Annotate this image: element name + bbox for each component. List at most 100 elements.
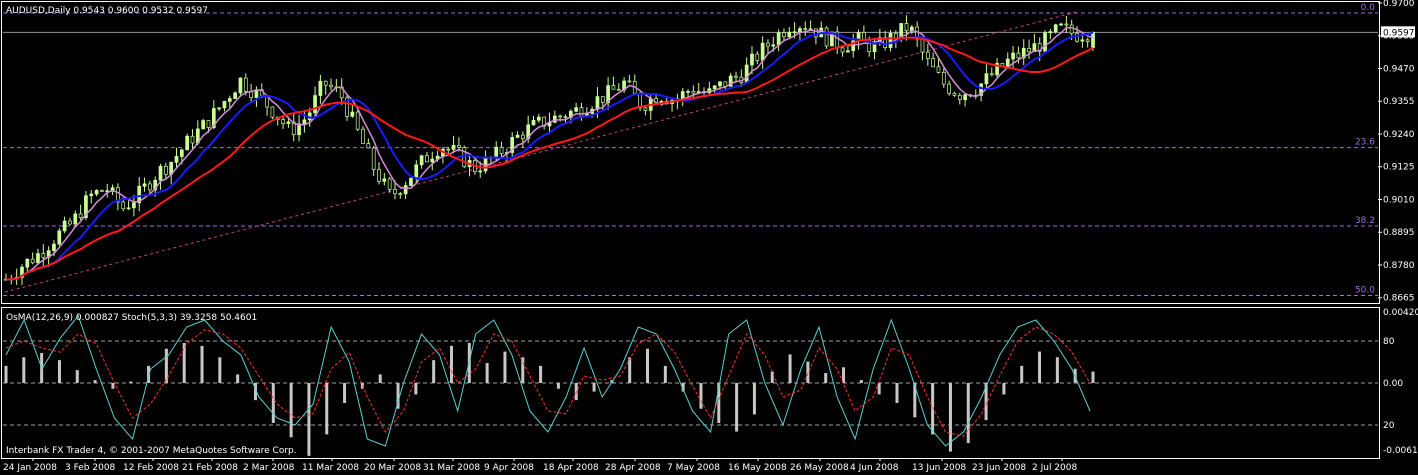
candle-body-108 <box>579 107 584 117</box>
time-tick-label-5: 11 Mar 2008 <box>302 463 359 473</box>
osma-bar-0 <box>4 365 8 383</box>
candle-body-202 <box>1080 39 1085 42</box>
time-tick-label-12: 16 May 2008 <box>728 463 787 473</box>
candle-body-89 <box>478 170 483 173</box>
candle-body-107 <box>574 107 578 112</box>
price-tick-label-0: 0.9700 <box>1383 0 1415 9</box>
candle-body-96 <box>515 134 520 138</box>
candle-body-105 <box>563 116 568 119</box>
candle-body-141 <box>755 53 760 61</box>
time-tick-label-1: 3 Feb 2008 <box>65 463 116 473</box>
candle-body-12 <box>68 220 72 225</box>
candle-body-140 <box>750 53 754 66</box>
candle-body-43 <box>233 92 237 99</box>
candle-body-53 <box>286 121 291 124</box>
osma-bar-6 <box>111 383 115 389</box>
current-price-label: 0.9597 <box>1383 28 1415 38</box>
fib-label-0: 0.0 <box>1361 3 1376 13</box>
indicator-tick-label-4: -0.00612 <box>1383 446 1418 456</box>
osma-bar-45 <box>806 361 810 383</box>
candle-body-177 <box>947 83 951 94</box>
candle-body-172 <box>920 38 925 53</box>
candle-body-4 <box>25 258 30 268</box>
osma-bar-29 <box>521 357 525 383</box>
candle-body-144 <box>771 44 776 47</box>
osma-bar-3 <box>57 360 61 383</box>
candle-body-104 <box>558 115 563 118</box>
candle-body-161 <box>862 32 866 41</box>
candle-body-40 <box>217 107 221 110</box>
candle-body-174 <box>931 58 935 68</box>
indicator-label: OsMA(12,26,9) 0.000827 Stoch(5,3,3) 39.3… <box>6 313 257 323</box>
candle-body-6 <box>36 253 40 264</box>
candle-body-134 <box>718 81 722 87</box>
candle-body-190 <box>1016 52 1021 59</box>
mt4-chart[interactable]: 0.023.638.250.0 0.97000.95850.94700.9355… <box>0 0 1418 475</box>
candle-body-115 <box>616 88 621 91</box>
time-tick-label-0: 24 Jan 2008 <box>3 463 57 473</box>
candle-body-58 <box>313 95 317 114</box>
osma-bar-50 <box>895 383 899 403</box>
time-tick-label-11: 7 May 2008 <box>667 463 720 473</box>
price-tick-label-7: 0.8895 <box>1383 228 1415 238</box>
osma-bar-54 <box>966 383 970 443</box>
candle-body-93 <box>499 146 504 154</box>
time-tick-label-3: 21 Feb 2008 <box>182 463 238 473</box>
osma-bar-41 <box>735 383 739 432</box>
candle-body-50 <box>270 106 275 118</box>
candle-body-114 <box>611 85 616 90</box>
candle-body-38 <box>206 120 211 128</box>
candle-body-199 <box>1064 23 1069 26</box>
osma-bar-43 <box>770 371 774 383</box>
candle-body-203 <box>1085 39 1090 42</box>
time-tick-label-8: 9 Apr 2008 <box>484 463 534 473</box>
candle-body-27 <box>148 183 152 191</box>
candle-body-45 <box>243 77 248 92</box>
osma-bar-4 <box>75 370 79 383</box>
candle-body-97 <box>521 134 525 139</box>
candle-body-71 <box>382 178 387 182</box>
candle-body-166 <box>888 32 893 48</box>
osma-bar-11 <box>200 345 204 383</box>
chart-background <box>0 0 1418 475</box>
candle-body-173 <box>925 51 930 59</box>
candle-body-149 <box>798 28 802 33</box>
candle-body-52 <box>281 119 285 124</box>
osma-bar-39 <box>699 383 703 409</box>
candle-body-23 <box>126 207 131 210</box>
osma-bar-19 <box>343 383 347 403</box>
osma-bar-46 <box>824 373 828 383</box>
osma-bar-59 <box>1055 357 1059 383</box>
candle-body-189 <box>1011 52 1015 60</box>
candle-body-188 <box>1005 58 1010 67</box>
candle-body-67 <box>361 128 365 144</box>
osma-bar-24 <box>432 360 436 383</box>
candle-body-143 <box>766 42 770 47</box>
candle-body-157 <box>840 47 845 53</box>
candle-body-200 <box>1069 24 1074 34</box>
fib-label-1: 23.6 <box>1355 138 1375 148</box>
price-tick-label-9: 0.8665 <box>1383 294 1415 304</box>
candle-body-196 <box>1048 31 1053 34</box>
osma-bar-10 <box>182 343 186 383</box>
osma-bar-9 <box>164 348 168 383</box>
candle-body-56 <box>302 119 307 125</box>
candle-body-26 <box>142 183 147 187</box>
price-tick-label-2: 0.9470 <box>1383 64 1415 74</box>
candle-body-112 <box>600 96 605 103</box>
candle-body-73 <box>393 188 397 194</box>
candle-body-29 <box>158 166 163 181</box>
indicator-tick-label-0: 0.00420 <box>1383 308 1418 318</box>
candle-body-65 <box>350 111 355 117</box>
candle-body-180 <box>963 94 967 100</box>
osma-bar-42 <box>752 383 756 415</box>
candle-body-163 <box>872 43 877 52</box>
osma-bar-61 <box>1091 371 1095 383</box>
candle-body-5 <box>30 258 35 264</box>
candle-body-146 <box>782 32 786 38</box>
candle-body-76 <box>409 177 413 186</box>
osma-bar-57 <box>1020 365 1024 383</box>
fib-label-2: 38.2 <box>1355 216 1375 226</box>
fib-label-3: 50.0 <box>1355 285 1375 295</box>
candle-body-197 <box>1053 24 1058 32</box>
